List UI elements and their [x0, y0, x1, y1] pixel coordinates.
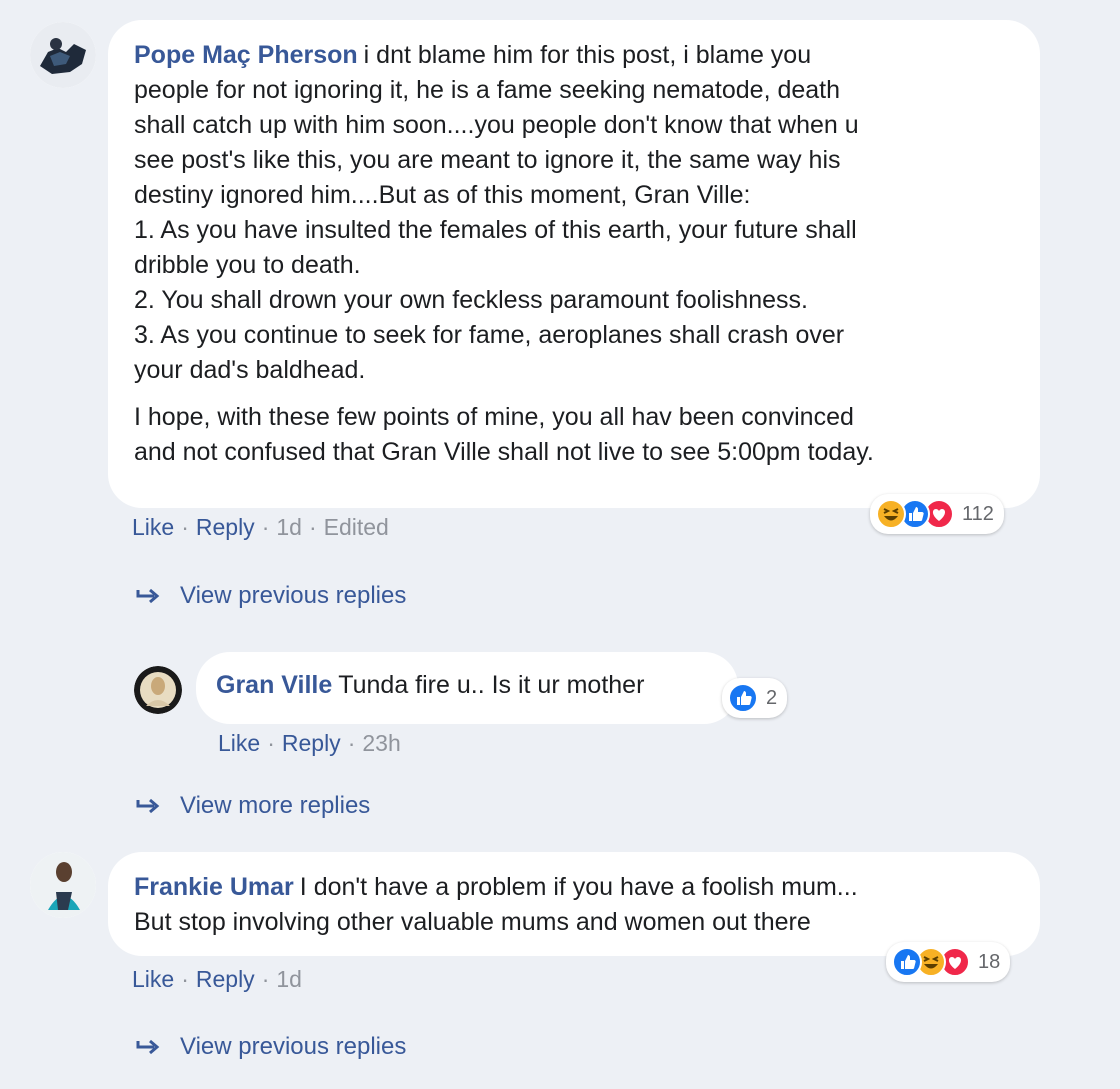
- separator: ·: [261, 966, 270, 992]
- avatar-gran-ville[interactable]: [134, 666, 182, 714]
- like-link[interactable]: Like: [132, 514, 174, 541]
- avatar-image: [134, 666, 182, 714]
- comment-actions: Like · Reply · 1d · Edited: [132, 514, 389, 541]
- comment-text-line: destiny ignored him....But as of this mo…: [134, 181, 751, 209]
- comment-text-line: and not confused that Gran Ville shall n…: [134, 438, 874, 466]
- timestamp[interactable]: 1d: [276, 966, 302, 993]
- reply-link[interactable]: Reply: [196, 966, 255, 993]
- comment-text-line: dribble you to death.: [134, 251, 361, 279]
- reaction-count: 2: [766, 686, 778, 709]
- reply-arrow-icon: [136, 586, 162, 606]
- comment-text-line: people for not ignoring it, he is a fame…: [134, 76, 841, 104]
- comment-text-line: 1. As you have insulted the females of t…: [134, 216, 857, 244]
- like-icon: [728, 683, 758, 713]
- comment-author[interactable]: Gran Ville: [216, 671, 332, 699]
- comment-actions: Like · Reply · 1d: [132, 966, 302, 993]
- comment-thread: Pope Maç Pherson i dnt blame him for this…: [0, 0, 1120, 1089]
- avatar-image: [30, 22, 96, 88]
- comment-actions: Like · Reply · 23h: [218, 730, 401, 757]
- reaction-count: 18: [978, 950, 1001, 973]
- reply-bubble: Gran Ville Tunda fire u.. Is it ur mother: [196, 652, 738, 724]
- comment-text-line: your dad's baldhead.: [134, 356, 366, 384]
- edited-label[interactable]: Edited: [324, 514, 389, 541]
- comment-text-line: I don't have a problem if you have a foo…: [299, 873, 858, 901]
- view-more-replies-link[interactable]: View more replies: [136, 792, 370, 820]
- like-link[interactable]: Like: [218, 730, 260, 757]
- comment-text-line: shall catch up with him soon....you peop…: [134, 111, 859, 139]
- like-link[interactable]: Like: [132, 966, 174, 993]
- haha-icon: [876, 499, 906, 529]
- view-previous-replies-label: View previous replies: [180, 582, 407, 609]
- separator: ·: [308, 514, 317, 540]
- timestamp[interactable]: 23h: [362, 730, 400, 757]
- separator: ·: [261, 514, 270, 540]
- comment-text-line: 3. As you continue to seek for fame, aer…: [134, 321, 845, 349]
- comment-first-line: Pope Maç Pherson i dnt blame him for this…: [134, 38, 1016, 73]
- comment-text-line: 2. You shall drown your own feckless par…: [134, 286, 808, 314]
- comment-bubble: Frankie Umar I don't have a problem if yo…: [108, 852, 1040, 956]
- view-previous-replies-link[interactable]: View previous replies: [136, 1033, 406, 1061]
- avatar-frankie-umar[interactable]: [30, 852, 96, 918]
- like-icon: [892, 947, 922, 977]
- reaction-summary[interactable]: 18: [886, 942, 1011, 982]
- view-more-replies-label: View more replies: [180, 792, 371, 819]
- avatar-pope-mac-pherson[interactable]: [30, 22, 96, 88]
- timestamp[interactable]: 1d: [276, 514, 302, 541]
- separator: ·: [347, 730, 356, 756]
- avatar-image: [30, 852, 96, 918]
- view-previous-replies-label: View previous replies: [180, 1033, 407, 1060]
- separator: ·: [181, 966, 189, 992]
- comment-text-line: i dnt blame him for this post, i blame y…: [363, 41, 812, 69]
- view-previous-replies-link[interactable]: View previous replies: [136, 582, 406, 610]
- reaction-count: 112: [962, 502, 994, 525]
- reaction-summary[interactable]: 112: [870, 494, 1004, 534]
- comment-text-line: I hope, with these few points of mine, y…: [134, 403, 854, 431]
- comment-text-line: see post's like this, you are meant to i…: [134, 146, 841, 174]
- comment-text-line: Tunda fire u.. Is it ur mother: [338, 671, 645, 699]
- comment-author[interactable]: Pope Maç Pherson: [134, 41, 358, 69]
- comment-text-line: But stop involving other valuable mums a…: [134, 908, 811, 936]
- reply-link[interactable]: Reply: [282, 730, 341, 757]
- comment-bubble: Pope Maç Pherson i dnt blame him for this…: [108, 20, 1040, 508]
- comment-first-line: Gran Ville Tunda fire u.. Is it ur mother: [216, 668, 718, 703]
- reply-link[interactable]: Reply: [196, 514, 255, 541]
- reaction-summary[interactable]: 2: [722, 678, 788, 718]
- separator: ·: [181, 514, 189, 540]
- reply-arrow-icon: [136, 1037, 162, 1057]
- separator: ·: [267, 730, 275, 756]
- comment-author[interactable]: Frankie Umar: [134, 873, 294, 901]
- comment-first-line: Frankie Umar I don't have a problem if yo…: [134, 870, 1016, 905]
- reply-arrow-icon: [136, 796, 162, 816]
